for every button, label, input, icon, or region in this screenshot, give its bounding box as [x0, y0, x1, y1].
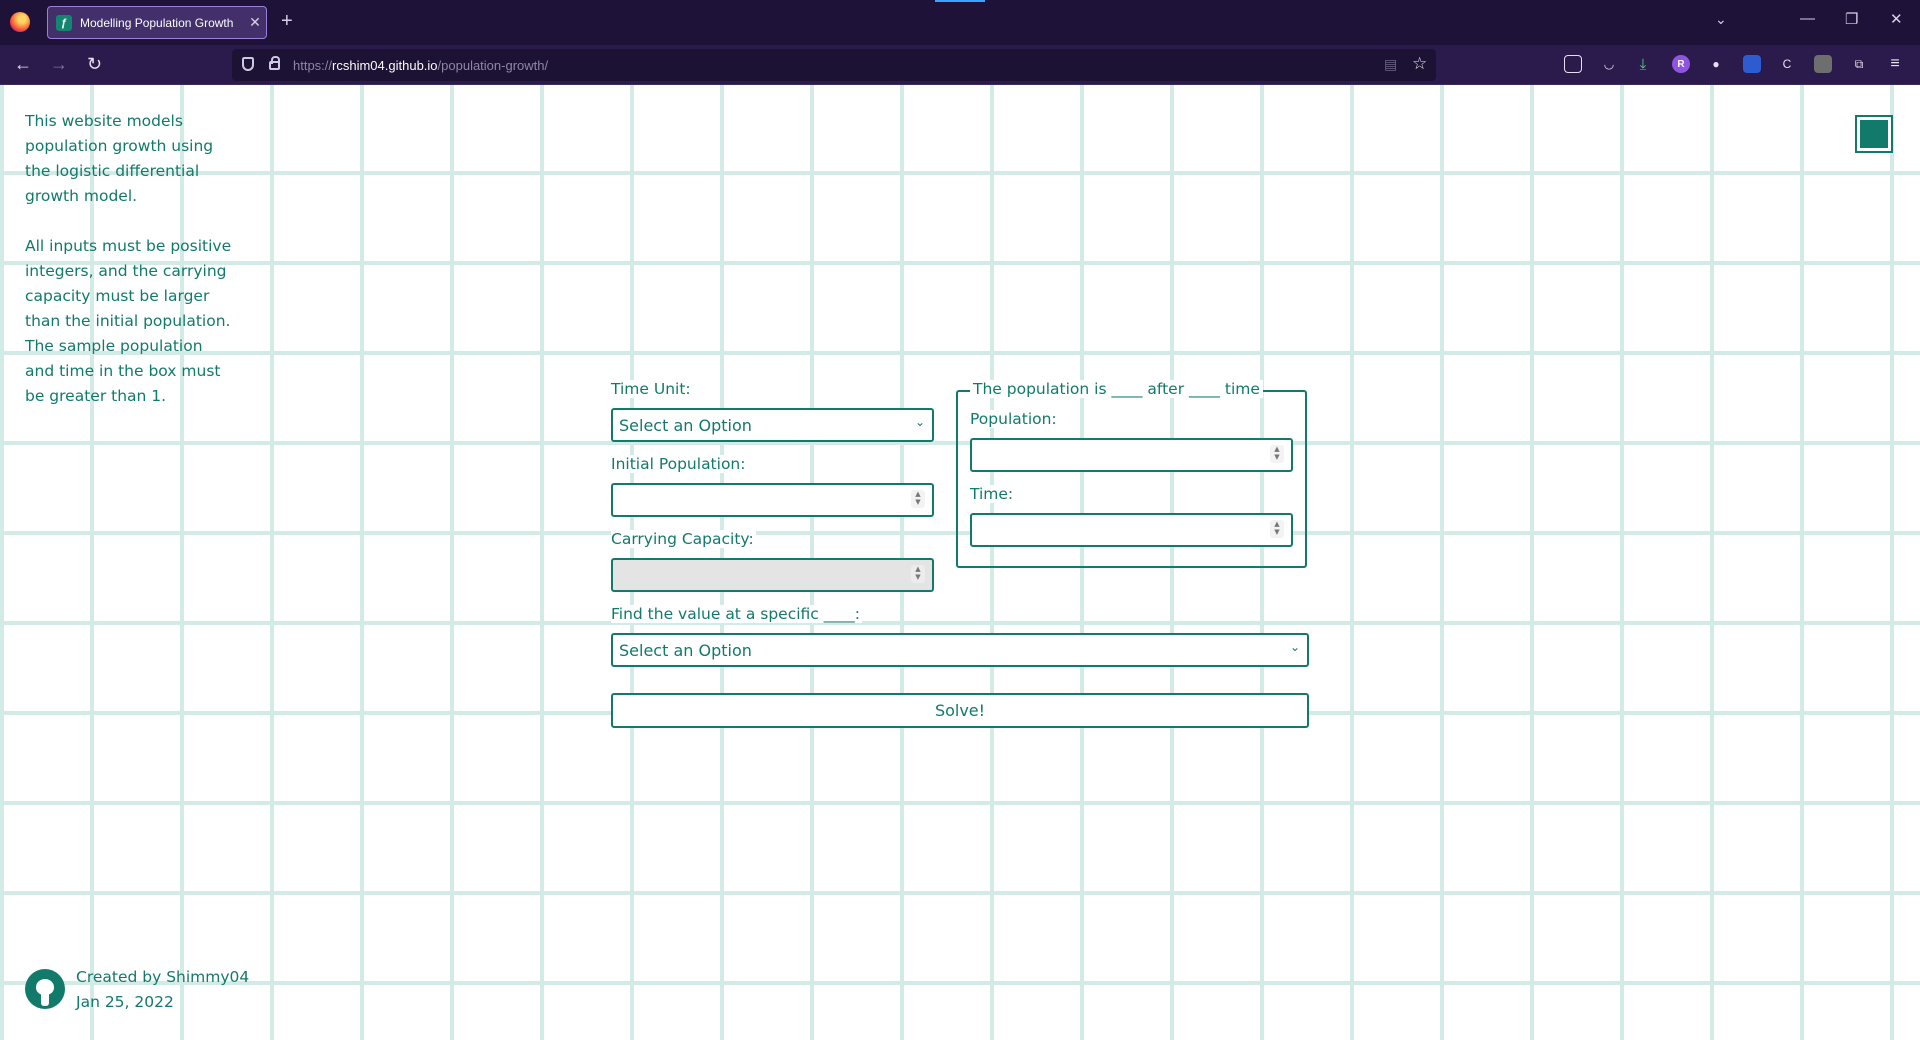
- close-window-icon[interactable]: ✕: [1890, 10, 1903, 28]
- site-favicon-icon: ƒ: [56, 14, 72, 31]
- find-value-select[interactable]: Select an Option ⌄: [611, 633, 1309, 667]
- time-unit-label: Time Unit:: [611, 380, 693, 398]
- bookmark-star-icon[interactable]: ☆: [1412, 54, 1427, 74]
- browser-tab-strip: ƒ Modelling Population Growth ✕ + ⌄ — ❐ …: [0, 0, 1920, 45]
- sample-legend: The population is ____ after ____ time: [970, 380, 1263, 398]
- page-content: This website models population growth us…: [0, 85, 1920, 1040]
- find-value-selected: Select an Option: [619, 641, 752, 660]
- forward-icon[interactable]: →: [50, 54, 68, 75]
- minimize-window-icon[interactable]: —: [1800, 10, 1815, 27]
- browser-nav-bar: ← → ↻ https://rcshim04.github.io/populat…: [0, 45, 1920, 85]
- sample-population-label: Population:: [970, 410, 1059, 428]
- number-spinner-icon[interactable]: ▲ ▼: [1270, 445, 1284, 463]
- find-value-label: Find the value at a specific ____:: [611, 605, 862, 623]
- intro-paragraph-1: This website models population growth us…: [25, 112, 214, 205]
- reload-icon[interactable]: ↻: [87, 54, 102, 75]
- chevron-down-icon: ⌄: [1289, 640, 1300, 654]
- carrying-capacity-input[interactable]: ▲ ▼: [611, 558, 934, 592]
- tab-accent-line: [935, 0, 985, 2]
- sample-population-input[interactable]: ▲ ▼: [970, 438, 1293, 472]
- intro-paragraph-2: All inputs must be positive integers, an…: [25, 237, 232, 405]
- theme-toggle-button[interactable]: [1855, 115, 1893, 153]
- footer-credit: Created by Shimmy04 Jan 25, 2022: [76, 965, 249, 1015]
- carrying-capacity-label: Carrying Capacity:: [611, 530, 756, 548]
- tab-title: Modelling Population Growth: [80, 15, 234, 30]
- number-spinner-icon[interactable]: ▲ ▼: [1270, 520, 1284, 538]
- list-all-tabs-icon[interactable]: ⌄: [1715, 11, 1727, 28]
- initial-population-input[interactable]: ▲ ▼: [611, 483, 934, 517]
- created-date-text: Jan 25, 2022: [76, 993, 174, 1011]
- app-menu-icon[interactable]: ≡: [1886, 55, 1904, 73]
- time-unit-select[interactable]: Select an Option ⌄: [611, 408, 934, 442]
- sample-time-label: Time:: [970, 485, 1016, 503]
- downloads-icon[interactable]: ⤓: [1634, 55, 1652, 73]
- chevron-down-icon: ⌄: [914, 415, 925, 429]
- solve-button[interactable]: Solve!: [611, 693, 1309, 728]
- extension-grey-icon[interactable]: [1814, 55, 1832, 73]
- reader-view-icon[interactable]: ▤: [1384, 56, 1397, 73]
- url-text[interactable]: https://rcshim04.github.io/population-gr…: [293, 58, 548, 73]
- extension-mouse-icon[interactable]: [1564, 55, 1582, 73]
- browser-tab[interactable]: ƒ Modelling Population Growth ✕: [47, 6, 267, 39]
- theme-square-icon: [1860, 120, 1888, 148]
- extension-c-icon[interactable]: C: [1778, 55, 1796, 73]
- created-by-text: Created by Shimmy04: [76, 968, 250, 986]
- restore-window-icon[interactable]: ❐: [1845, 10, 1858, 28]
- initial-population-label: Initial Population:: [611, 455, 748, 473]
- back-icon[interactable]: ←: [14, 54, 32, 75]
- pocket-icon[interactable]: ◡: [1600, 55, 1618, 73]
- close-tab-icon[interactable]: ✕: [244, 14, 266, 31]
- intro-text: This website models population growth us…: [25, 109, 235, 434]
- time-unit-selected: Select an Option: [619, 416, 752, 435]
- extension-r-icon[interactable]: R: [1672, 55, 1690, 73]
- extension-badge-icon[interactable]: ●: [1707, 55, 1725, 73]
- new-tab-icon[interactable]: +: [281, 10, 293, 33]
- lock-icon[interactable]: [269, 56, 280, 70]
- tracking-protection-icon[interactable]: [242, 57, 254, 71]
- extension-blue-icon[interactable]: [1743, 55, 1761, 73]
- extensions-puzzle-icon[interactable]: ⧉: [1850, 55, 1868, 73]
- github-icon[interactable]: [25, 969, 65, 1009]
- firefox-icon[interactable]: [10, 12, 30, 32]
- number-spinner-icon[interactable]: ▲ ▼: [911, 565, 925, 583]
- address-bar[interactable]: https://rcshim04.github.io/population-gr…: [232, 49, 1436, 81]
- number-spinner-icon[interactable]: ▲ ▼: [911, 490, 925, 508]
- sample-time-input[interactable]: ▲ ▼: [970, 513, 1293, 547]
